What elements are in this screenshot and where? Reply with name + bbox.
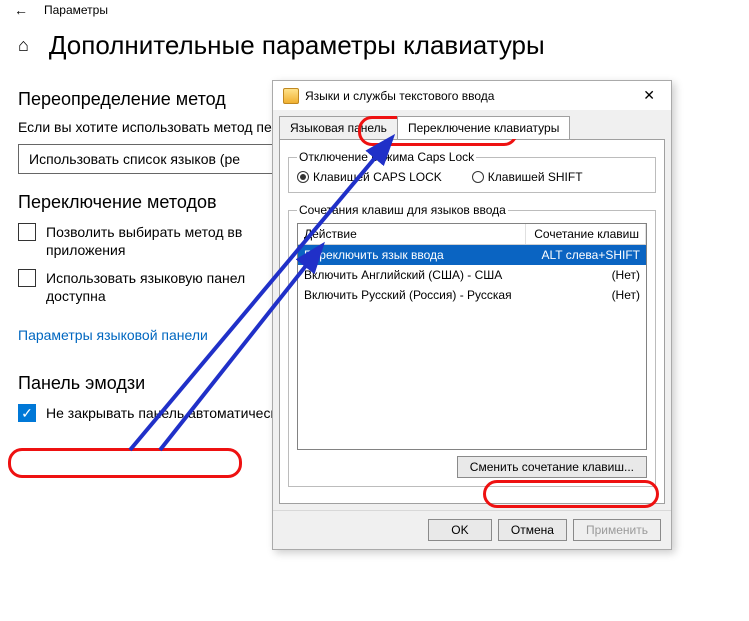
capslock-group: Отключение режима Caps Lock Клавишей CAP… [288, 150, 656, 193]
list-item-action: Включить Русский (Россия) - Русская [298, 285, 526, 305]
opt-per-app-label: Позволить выбирать метод вв приложения [46, 223, 278, 259]
hotkeys-group: Сочетания клавиш для языков ввода Действ… [288, 203, 656, 487]
window-top-bar: ← Параметры [0, 0, 749, 20]
radio-shift-label: Клавишей SHIFT [488, 170, 583, 184]
list-item-keys: (Нет) [526, 265, 646, 285]
home-icon[interactable]: ⌂ [18, 35, 29, 56]
list-item-action: Переключить язык ввода [298, 245, 526, 265]
checkbox-icon: ✓ [18, 404, 36, 422]
radio-icon [472, 171, 484, 183]
tab-keyboard-switch[interactable]: Переключение клавиатуры [397, 116, 570, 139]
dialog-tabs: Языковая панель Переключение клавиатуры [273, 110, 671, 139]
checkbox-icon [18, 223, 36, 241]
list-item-keys: ALT слева+SHIFT [526, 245, 646, 265]
tab-language-bar[interactable]: Языковая панель [279, 116, 398, 139]
list-item[interactable]: Включить Русский (Россия) - Русская(Нет) [298, 285, 646, 305]
dialog-icon [283, 88, 299, 104]
radio-shift[interactable]: Клавишей SHIFT [472, 170, 583, 184]
dialog-title: Языки и службы текстового ввода [305, 89, 494, 103]
radio-caps[interactable]: Клавишей CAPS LOCK [297, 170, 442, 184]
col-keys: Сочетание клавиш [526, 224, 646, 244]
close-icon[interactable]: ✕ [637, 87, 661, 104]
change-hotkey-button[interactable]: Сменить сочетание клавиш... [457, 456, 647, 478]
list-item[interactable]: Включить Английский (США) - США(Нет) [298, 265, 646, 285]
list-header: Действие Сочетание клавиш [298, 224, 646, 245]
dialog-titlebar: Языки и службы текстового ввода ✕ [273, 81, 671, 110]
radio-icon [297, 171, 309, 183]
radio-caps-label: Клавишей CAPS LOCK [313, 170, 442, 184]
header-row: ⌂ Дополнительные параметры клавиатуры [0, 20, 749, 71]
cancel-button[interactable]: Отмена [498, 519, 567, 541]
dropdown-value: Использовать список языков (ре [29, 151, 240, 167]
hotkeys-list[interactable]: Действие Сочетание клавиш Переключить яз… [297, 223, 647, 450]
window-title: Параметры [44, 3, 108, 17]
text-services-dialog: Языки и службы текстового ввода ✕ Языков… [272, 80, 672, 550]
opt-per-app[interactable]: Позволить выбирать метод вв приложения [18, 223, 278, 259]
language-list-dropdown[interactable]: Использовать список языков (ре [18, 144, 278, 174]
col-action: Действие [298, 224, 526, 244]
language-bar-options-link[interactable]: Параметры языковой панели [18, 327, 208, 343]
checkbox-icon [18, 269, 36, 287]
ok-button[interactable]: OK [428, 519, 492, 541]
hotkeys-legend: Сочетания клавиш для языков ввода [297, 203, 508, 217]
list-item-action: Включить Английский (США) - США [298, 265, 526, 285]
apply-button[interactable]: Применить [573, 519, 661, 541]
capslock-legend: Отключение режима Caps Lock [297, 150, 476, 164]
list-item-keys: (Нет) [526, 285, 646, 305]
opt-lang-bar-label: Использовать языковую панел доступна [46, 269, 278, 305]
dialog-body: Отключение режима Caps Lock Клавишей CAP… [279, 139, 665, 504]
page-title: Дополнительные параметры клавиатуры [49, 30, 545, 61]
back-icon[interactable]: ← [14, 2, 28, 18]
opt-lang-bar[interactable]: Использовать языковую панел доступна [18, 269, 278, 305]
list-item[interactable]: Переключить язык вводаALT слева+SHIFT [298, 245, 646, 265]
dialog-footer: OK Отмена Применить [273, 510, 671, 549]
